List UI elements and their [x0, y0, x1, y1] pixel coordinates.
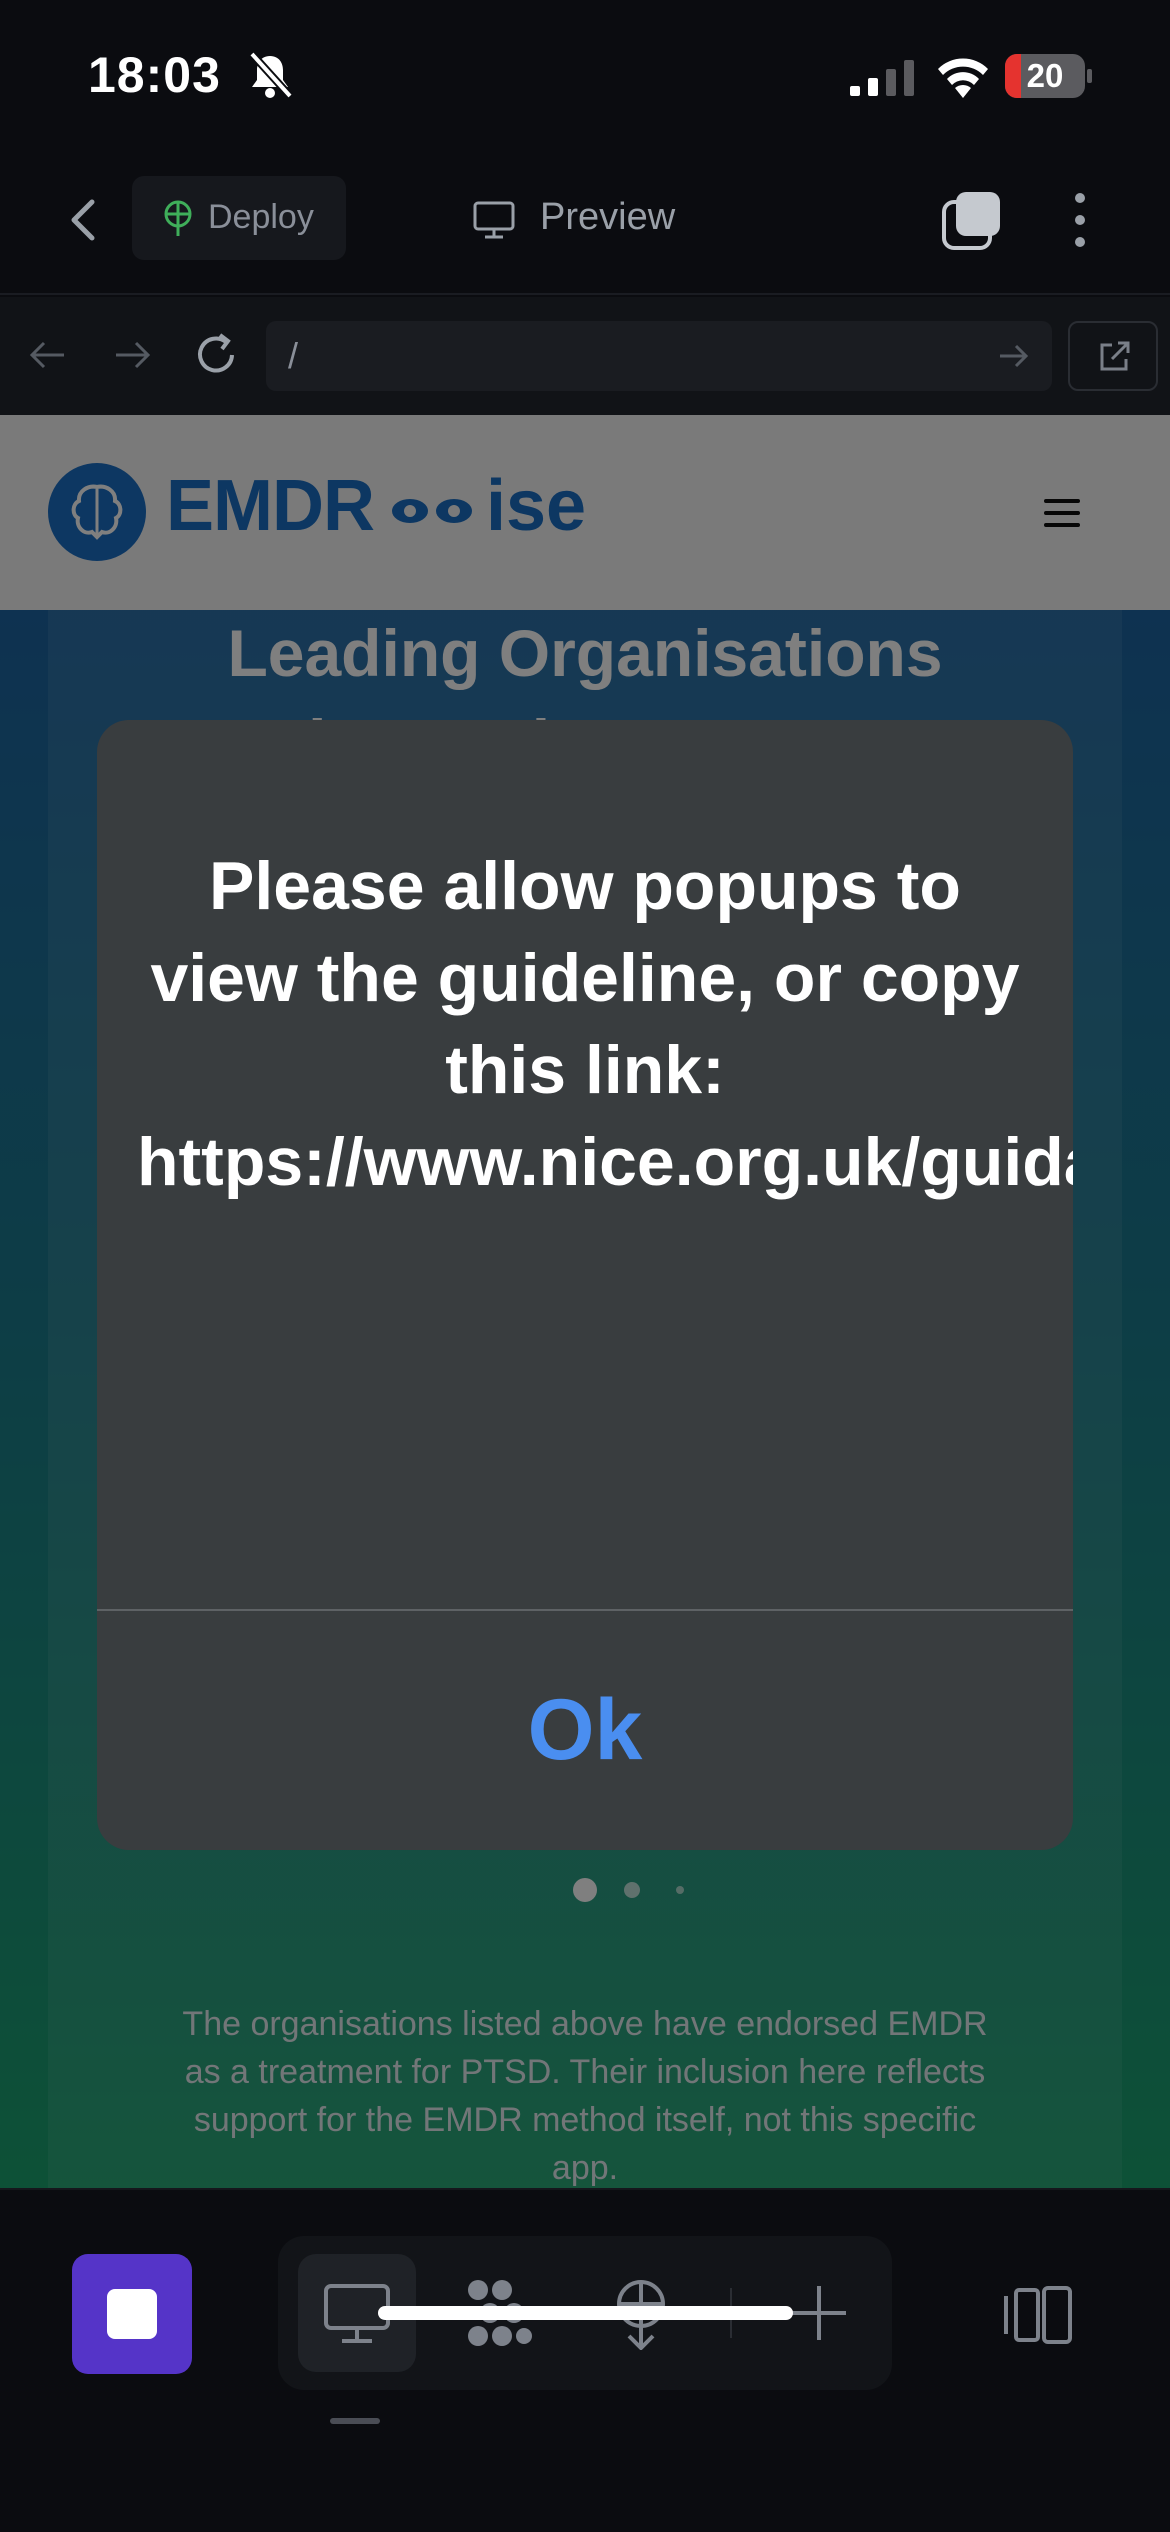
screen: 18:03 20 Deploy Preview / Please allow p…: [0, 0, 1170, 2532]
plus-icon[interactable]: [782, 2276, 856, 2350]
wifi-icon: [938, 58, 988, 98]
stop-button[interactable]: [72, 2254, 192, 2374]
sheet-handle[interactable]: [330, 2418, 380, 2424]
tabs-icon[interactable]: [940, 188, 1004, 252]
more-vertical-icon[interactable]: [1070, 188, 1090, 252]
monitor-icon: [473, 201, 515, 239]
external-link-icon: [1100, 341, 1130, 371]
app-toolbar: Deploy Preview: [0, 150, 1170, 295]
preview-label: Preview: [540, 196, 676, 238]
deploy-button[interactable]: Deploy: [132, 176, 346, 260]
deploy-icon: [164, 200, 192, 236]
panel-toggle-icon[interactable]: [1000, 2284, 1076, 2346]
alert-message: Please allow popups to view the guidelin…: [137, 848, 1073, 1200]
home-indicator[interactable]: [378, 2306, 793, 2320]
back-chevron-icon[interactable]: [60, 190, 110, 250]
bell-muted-icon: [249, 51, 293, 99]
deploy-label: Deploy: [208, 198, 314, 236]
url-text: /: [288, 335, 299, 376]
status-bar: 18:03 20: [0, 0, 1170, 150]
open-external-button[interactable]: [1068, 321, 1158, 391]
signal-icon: [850, 60, 914, 96]
go-arrow-icon[interactable]: [994, 337, 1032, 375]
status-time: 18:03: [88, 47, 221, 103]
url-input[interactable]: /: [266, 321, 1052, 391]
reload-icon[interactable]: [190, 329, 242, 381]
battery-indicator: 20: [1005, 54, 1092, 98]
alert-dialog: Please allow popups to view the guidelin…: [97, 720, 1073, 1850]
nav-forward-arrow-icon[interactable]: [110, 333, 154, 377]
battery-percentage: 20: [1026, 57, 1064, 94]
nav-back-arrow-icon[interactable]: [26, 333, 70, 377]
url-bar-row: /: [0, 297, 1170, 415]
ok-button[interactable]: Ok: [97, 1611, 1073, 1850]
bottom-toolbar: [0, 2188, 1170, 2532]
stop-icon: [107, 2289, 157, 2339]
